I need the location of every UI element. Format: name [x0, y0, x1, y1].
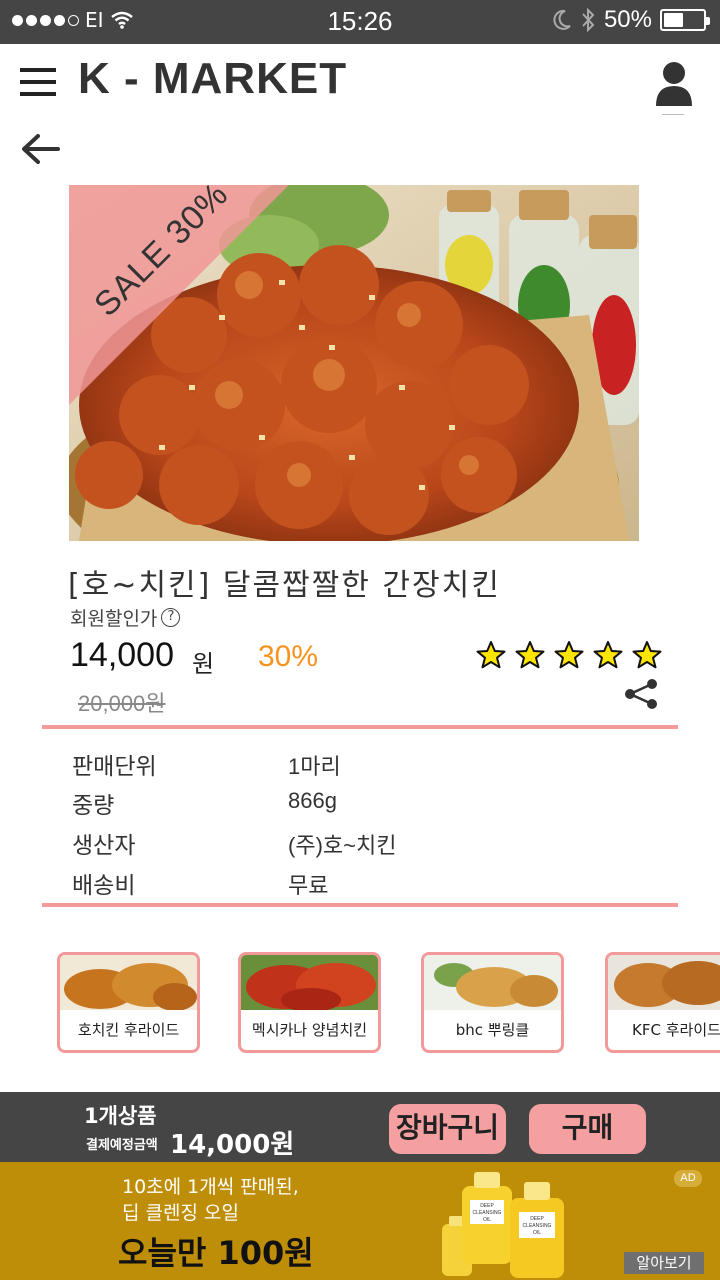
product-title: [호~치킨] 달콤짭짤한 간장치킨 [68, 568, 501, 603]
bottle-label-6: OIL [533, 1230, 541, 1236]
related-card-label: bhc 뿌링클 [455, 1021, 530, 1039]
price-unit: 원 [192, 650, 215, 678]
divider-bottom [42, 903, 678, 907]
kfc-chicken-thumbnail [608, 955, 720, 1010]
battery-icon [660, 9, 710, 31]
bluetooth-icon [582, 7, 595, 33]
status-right: 50% [552, 6, 710, 34]
share-icon[interactable] [622, 678, 660, 710]
product-price: 14,000 [70, 636, 174, 674]
buy-button[interactable]: 구매 [529, 1104, 646, 1154]
ad-badge: AD [674, 1170, 702, 1187]
related-card-label: 멕시카나 양념치킨 [251, 1021, 368, 1039]
spec-value-shipping: 무료 [288, 873, 329, 898]
ad-offer: 오늘만 100원 [118, 1234, 314, 1272]
star-icon [476, 641, 506, 669]
spec-value-unit: 1마리 [288, 754, 341, 779]
spec-value-weight: 866g [288, 788, 337, 813]
spec-value-producer: (주)호~치킨 [288, 833, 397, 858]
bottle-label-1: DEEP [480, 1203, 494, 1209]
battery-percent: 50% [603, 6, 652, 33]
related-card[interactable]: bhc 뿌링클 [421, 952, 564, 1053]
spec-label-weight: 중량 [72, 793, 115, 819]
star-icon [515, 641, 545, 669]
original-price: 20,000원 [78, 691, 166, 716]
help-icon[interactable]: ? [161, 608, 181, 627]
discount-rate: 30% [258, 640, 319, 673]
back-arrow-icon[interactable] [20, 132, 60, 166]
related-products: 호치킨 후라이드 멕시카나 양념치킨 bhc 뿌링클 KFC 후라이드 [0, 952, 720, 1056]
bottle-label-4: DEEP [530, 1216, 544, 1222]
bottle-label-5: CLEANSING [523, 1223, 552, 1229]
cheese-chicken-thumbnail [424, 955, 561, 1010]
moon-icon [553, 9, 571, 30]
star-icon [554, 641, 584, 669]
seasoned-chicken-thumbnail [241, 955, 378, 1010]
divider [662, 114, 684, 115]
add-to-cart-button[interactable]: 장바구니 [389, 1104, 506, 1154]
fried-chicken-thumbnail [60, 955, 197, 1010]
learn-more-button[interactable]: 알아보기 [624, 1252, 704, 1274]
ad-text-line2: 딥 클렌징 오일 [122, 1202, 239, 1224]
purchase-bar: 1개상품 결제예정금액 14,000원 장바구니 구매 [0, 1092, 720, 1162]
related-card[interactable]: KFC 후라이드 [605, 952, 720, 1053]
spec-label-unit: 판매단위 [72, 754, 157, 780]
member-price-text: 회원할인가 [70, 608, 158, 630]
oil-bottles-image: DEEP CLEANSING OIL DEEP CLEANSING OIL [442, 1172, 564, 1278]
payment-label: 결제예정금액 [86, 1138, 158, 1153]
spec-label-shipping: 배송비 [72, 873, 136, 899]
star-icon [632, 641, 662, 669]
ad-text-line1: 10초에 1개씩 판매된, [122, 1176, 299, 1198]
spec-label-producer: 생산자 [72, 833, 136, 859]
ad-banner[interactable]: 10초에 1개씩 판매된, 딥 클렌징 오일 오늘만 100원 DEEP CLE… [0, 1162, 720, 1280]
menu-icon[interactable] [20, 68, 56, 96]
bottle-label-3: OIL [483, 1217, 491, 1223]
divider-top [42, 725, 678, 729]
status-bar: EI 15:26 50% [0, 0, 720, 44]
product-image: SALE 30% [69, 185, 639, 541]
payment-total: 14,000원 [170, 1130, 295, 1160]
related-card[interactable]: 호치킨 후라이드 [57, 952, 200, 1053]
item-count: 1개상품 [84, 1104, 157, 1128]
user-icon[interactable] [654, 60, 694, 108]
related-card[interactable]: 멕시카나 양념치킨 [238, 952, 381, 1053]
star-icon [593, 641, 623, 669]
rating-stars [476, 640, 662, 670]
member-price-label: 회원할인가 ? [70, 604, 181, 631]
related-card-label: KFC 후라이드 [632, 1021, 720, 1039]
app-title: K - MARKET [78, 54, 348, 103]
related-card-label: 호치킨 후라이드 [77, 1021, 180, 1039]
bottle-label-2: CLEANSING [473, 1210, 502, 1216]
app-header: K - MARKET [0, 44, 720, 120]
